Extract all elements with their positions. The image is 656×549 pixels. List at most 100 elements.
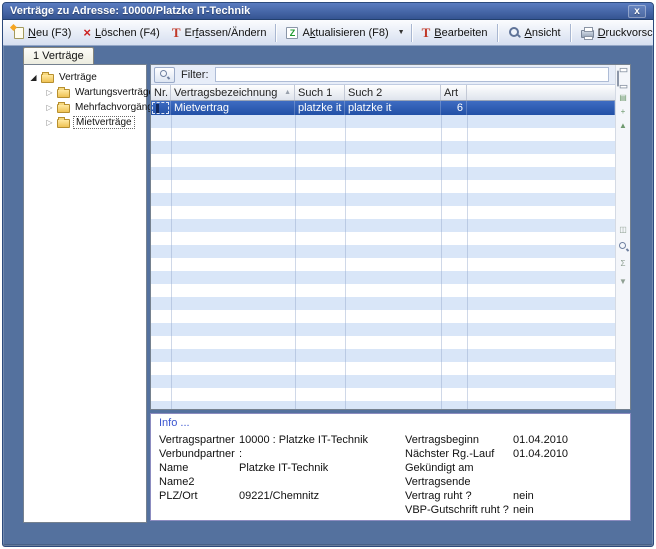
new-document-icon bbox=[14, 27, 24, 39]
tree-item-wartungsvertraege[interactable]: ▷ Wartungsverträge bbox=[24, 85, 146, 100]
label-post: nsicht bbox=[532, 27, 561, 39]
tree-item-vertraege[interactable]: ◢ Verträge bbox=[24, 70, 146, 85]
table-row-selected[interactable]: Mietvertrag platzke it platzke it 6 bbox=[151, 101, 615, 115]
close-button[interactable]: x bbox=[628, 5, 646, 18]
info-label: Name2 bbox=[159, 476, 239, 488]
folder-icon bbox=[57, 89, 70, 98]
tab-vertraege[interactable]: 1 Verträge bbox=[23, 47, 94, 65]
grid-side-toolbar: ▤ + ▲ ◫ Σ ▼ bbox=[615, 65, 630, 409]
label-mnemonic: B bbox=[434, 27, 441, 39]
cell-vertragsbezeichnung[interactable]: Mietvertrag bbox=[171, 101, 295, 115]
button-label: Löschen (F4) bbox=[95, 27, 160, 39]
column-header-filler bbox=[467, 85, 615, 100]
screen: Verträge zu Adresse: 10000/Platzke IT-Te… bbox=[0, 0, 656, 549]
contracts-tree-panel: ◢ Verträge ▷ Wartungsverträge ▷ Mehrfach… bbox=[23, 64, 147, 523]
info-title: Info ... bbox=[159, 417, 190, 429]
cell-art[interactable]: 6 bbox=[441, 101, 467, 115]
edit-hammer-icon: T bbox=[422, 27, 431, 39]
cell-such2[interactable]: platzke it bbox=[345, 101, 441, 115]
column-header-such1[interactable]: Such 1 bbox=[295, 85, 345, 100]
sum-icon[interactable]: Σ bbox=[616, 259, 630, 269]
label-mnemonic: A bbox=[525, 27, 532, 39]
button-label: Bearbeiten bbox=[434, 27, 487, 39]
info-row: Name2 bbox=[159, 475, 404, 489]
info-label: Gekündigt am bbox=[405, 462, 513, 474]
info-label: Vertragsende bbox=[405, 476, 513, 488]
cell-such1[interactable]: platzke it bbox=[295, 101, 345, 115]
filter-search-button[interactable] bbox=[154, 67, 175, 83]
column-header-such2[interactable]: Such 2 bbox=[345, 85, 441, 100]
window-title: Verträge zu Adresse: 10000/Platzke IT-Te… bbox=[10, 5, 250, 17]
info-value: nein bbox=[513, 490, 534, 502]
grid-empty-rows bbox=[151, 115, 615, 409]
info-row: Vertragsende bbox=[405, 475, 625, 489]
grid-column-line bbox=[441, 115, 442, 409]
search-icon bbox=[159, 69, 170, 80]
info-label: Nächster Rg.-Lauf bbox=[405, 448, 513, 460]
column-header-nr[interactable]: Nr. bbox=[151, 85, 171, 100]
filter-bar: Filter: bbox=[151, 65, 615, 85]
print-grid-button[interactable] bbox=[617, 71, 619, 86]
tree-collapsed-icon[interactable]: ▷ bbox=[45, 103, 54, 112]
scroll-top-icon[interactable]: ▲ bbox=[616, 121, 630, 131]
folder-icon bbox=[57, 104, 70, 113]
grid-column-line bbox=[467, 115, 468, 409]
column-header-label: Vertragsbezeichnung bbox=[174, 87, 277, 99]
sort-ascending-icon: ▲ bbox=[280, 89, 291, 96]
zoom-icon[interactable] bbox=[618, 241, 629, 252]
info-value: 09221/Chemnitz bbox=[239, 490, 319, 502]
toolbar-separator bbox=[570, 24, 572, 42]
cell-nr[interactable] bbox=[151, 101, 171, 115]
ansicht-button[interactable]: Ansicht bbox=[502, 23, 567, 42]
label-post: tualisieren (F8) bbox=[315, 27, 388, 39]
neu-button[interactable]: Neu (F3) bbox=[8, 24, 77, 42]
printer-icon bbox=[617, 71, 619, 87]
info-label: Vertrag ruht ? bbox=[405, 490, 513, 502]
grid-column-line bbox=[345, 115, 346, 409]
erfassen-aendern-button[interactable]: T Erfassen/Ändern bbox=[166, 24, 273, 42]
bearbeiten-button[interactable]: T Bearbeiten bbox=[416, 24, 494, 42]
label-post: assen/Ändern bbox=[199, 27, 267, 39]
contracts-grid-panel: Filter: Nr. Vertragsbezeichnung ▲ Such 1… bbox=[150, 64, 631, 410]
tree-collapsed-icon[interactable]: ▷ bbox=[45, 88, 54, 97]
info-row: Vertragspartner10000 : Platzke IT-Techni… bbox=[159, 433, 404, 447]
refresh-dropdown-arrow[interactable]: ▼ bbox=[395, 27, 408, 38]
info-value: 10000 : Platzke IT-Technik bbox=[239, 434, 368, 446]
info-label: PLZ/Ort bbox=[159, 490, 239, 502]
fit-columns-icon[interactable]: ▤ bbox=[616, 93, 630, 103]
columns-icon[interactable]: ◫ bbox=[616, 225, 630, 235]
label-post: eu (F3) bbox=[36, 27, 71, 39]
loeschen-button[interactable]: × Löschen (F4) bbox=[77, 24, 165, 42]
filter-icon[interactable]: ▼ bbox=[616, 277, 630, 287]
tree-item-label: Mehrfachvorgänge bbox=[73, 102, 160, 113]
info-value: Platzke IT-Technik bbox=[239, 462, 328, 474]
info-right-column: Vertragsbeginn01.04.2010 Nächster Rg.-La… bbox=[405, 433, 625, 517]
info-row: Verbundpartner: bbox=[159, 447, 404, 461]
column-header-art[interactable]: Art bbox=[441, 85, 467, 100]
column-header-vertragsbezeichnung[interactable]: Vertragsbezeichnung ▲ bbox=[171, 85, 295, 100]
info-left-column: Vertragspartner10000 : Platzke IT-Techni… bbox=[159, 433, 404, 503]
info-row: Gekündigt am bbox=[405, 461, 625, 475]
edit-hammer-icon: T bbox=[172, 27, 181, 39]
tree-item-mehrfachvorgaenge[interactable]: ▷ Mehrfachvorgänge bbox=[24, 100, 146, 115]
filter-input[interactable] bbox=[215, 67, 610, 82]
expand-icon[interactable]: + bbox=[616, 107, 630, 117]
info-label: Name bbox=[159, 462, 239, 474]
label-pre: A bbox=[302, 27, 309, 39]
info-label: VBP-Gutschrift ruht ? bbox=[405, 504, 513, 516]
toolbar: Neu (F3) × Löschen (F4) T Erfassen/Änder… bbox=[3, 20, 653, 46]
info-row: VBP-Gutschrift ruht ?nein bbox=[405, 503, 625, 517]
aktualisieren-button[interactable]: Z Aktualisieren (F8) bbox=[280, 24, 394, 42]
tree-expanded-icon[interactable]: ◢ bbox=[29, 73, 38, 82]
contracts-window: Verträge zu Adresse: 10000/Platzke IT-Te… bbox=[2, 2, 654, 547]
folder-icon bbox=[57, 119, 70, 128]
info-row: Nächster Rg.-Lauf01.04.2010 bbox=[405, 447, 625, 461]
button-label: Neu (F3) bbox=[28, 27, 71, 39]
tree-item-mietvertraege[interactable]: ▷ Mietverträge bbox=[24, 115, 146, 130]
druckvorschau-button[interactable]: Druckvorschau bbox=[575, 24, 654, 42]
magnifier-icon bbox=[508, 26, 521, 39]
info-row: PLZ/Ort09221/Chemnitz bbox=[159, 489, 404, 503]
info-row: NamePlatzke IT-Technik bbox=[159, 461, 404, 475]
info-value: nein bbox=[513, 504, 534, 516]
tree-collapsed-icon[interactable]: ▷ bbox=[45, 118, 54, 127]
